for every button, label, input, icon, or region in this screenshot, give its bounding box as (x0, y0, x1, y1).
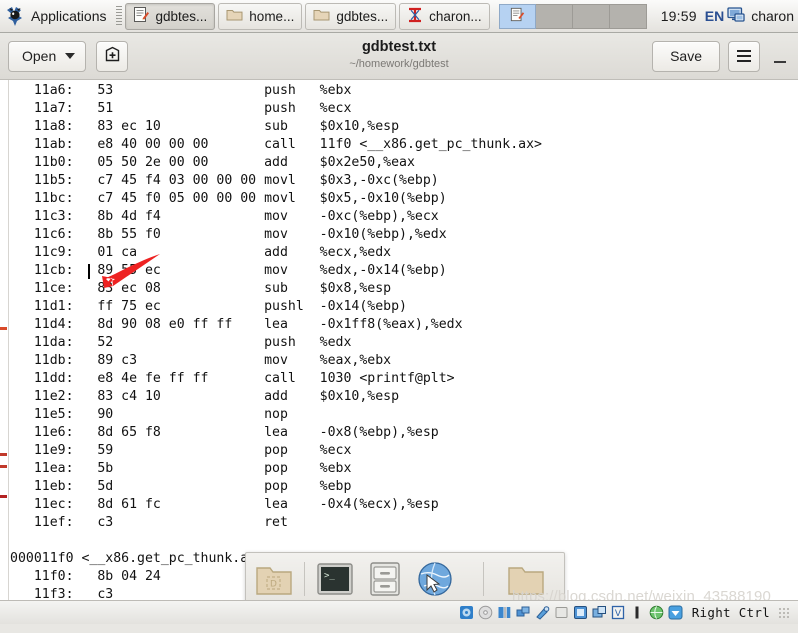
new-document-icon (104, 46, 121, 66)
save-button-label: Save (670, 48, 702, 64)
task-button-gdbtest-editor[interactable]: gdbtes... (124, 2, 216, 30)
text-editor-icon (510, 7, 525, 25)
keyboard-layout-indicator[interactable]: EN (705, 6, 751, 26)
harddisk-icon[interactable] (459, 605, 474, 620)
gutter-mark-3 (0, 495, 7, 498)
monitor-icon (727, 6, 746, 26)
save-button[interactable]: Save (652, 40, 720, 72)
file-cabinet-icon (370, 561, 400, 596)
task-button-charon-terminal[interactable]: charon... (399, 2, 490, 30)
minimize-icon (774, 61, 786, 63)
gutter-mark-2 (0, 465, 7, 468)
task-button-gdbtest-folder[interactable]: gdbtes... (305, 2, 397, 30)
display-icon[interactable] (573, 605, 588, 620)
task-button-home-folder[interactable]: home... (218, 2, 303, 30)
gutter-mark-1 (0, 453, 7, 456)
dock-item-terminal[interactable]: >_ (315, 559, 355, 599)
globe-icon[interactable] (649, 605, 664, 620)
new-document-button[interactable] (96, 40, 129, 72)
globe-browser-icon (418, 561, 452, 596)
svg-text:>_: >_ (324, 571, 335, 581)
open-button-label: Open (22, 48, 57, 64)
down-arrow-icon[interactable] (668, 605, 683, 620)
text-cursor (88, 264, 90, 279)
task-button-label: gdbtes... (336, 8, 389, 24)
folder-icon (508, 566, 544, 595)
svg-text:V: V (615, 609, 622, 619)
dock-item-files-folder[interactable] (506, 559, 546, 599)
open-button[interactable]: Open (8, 40, 87, 72)
xfce-mouse-icon (4, 5, 26, 27)
host-key-label: Right Ctrl (691, 605, 770, 620)
terminal-icon: >_ (317, 562, 353, 595)
search-mark-gutter[interactable] (0, 80, 9, 604)
folder-icon (226, 7, 243, 25)
panel-handle[interactable] (115, 6, 122, 26)
vm-icon[interactable]: V (611, 605, 626, 620)
workspace-pager[interactable] (498, 3, 647, 29)
text-editor-icon (133, 6, 150, 26)
applications-menu-label: Applications (31, 8, 107, 24)
gedit-window: Open gdbtest.txt ~/homework/gdbtest Save (0, 33, 798, 633)
dock-item-file-manager[interactable] (365, 559, 405, 599)
cursor-icon[interactable] (630, 605, 645, 620)
workspace-3[interactable] (572, 3, 610, 29)
resize-grip[interactable] (778, 606, 790, 619)
usb-icon[interactable] (535, 605, 550, 620)
gedit-header-bar: Open gdbtest.txt ~/homework/gdbtest Save (0, 33, 798, 80)
cd-icon[interactable] (478, 605, 493, 620)
hamburger-menu-icon (737, 49, 751, 63)
task-button-label: charon... (429, 8, 482, 24)
task-button-label: gdbtes... (155, 8, 208, 24)
user-name-label: charon (751, 8, 794, 24)
dock-separator (304, 561, 305, 596)
mouse-icon[interactable] (592, 605, 607, 620)
floppy-icon[interactable] (497, 605, 512, 620)
task-button-label: home... (249, 8, 295, 24)
minimize-button[interactable] (770, 42, 790, 70)
chevron-down-icon (65, 53, 76, 59)
folder-documents-icon: D (256, 566, 292, 595)
hamburger-menu-button[interactable] (728, 40, 760, 72)
svg-text:D: D (270, 579, 277, 589)
vm-status-bar: V Right Ctrl (0, 600, 798, 624)
dock-item-documents-folder[interactable]: D (254, 559, 294, 599)
keyboard-layout-label: EN (704, 8, 725, 24)
xterm-icon (407, 7, 423, 26)
dock-item-web-browser[interactable] (415, 559, 455, 599)
shared-folders-icon[interactable] (554, 605, 569, 620)
application-dock: D >_ (245, 552, 565, 605)
gutter-mark-0 (0, 327, 7, 330)
document-content[interactable]: 11a6: 53 push %ebx 11a7: 51 push %ecx 11… (10, 80, 798, 604)
dock-separator (483, 561, 484, 596)
applications-menu-button[interactable]: Applications (0, 1, 113, 32)
text-view[interactable]: 11a6: 53 push %ebx 11a7: 51 push %ecx 11… (0, 80, 798, 604)
folder-icon (313, 7, 330, 25)
workspace-1[interactable] (498, 3, 536, 29)
top-panel: Applications gdbtes... home... gdbtes...… (0, 0, 798, 33)
clock[interactable]: 19:59 (661, 8, 705, 24)
network-icon[interactable] (516, 605, 531, 620)
workspace-2[interactable] (535, 3, 573, 29)
workspace-4[interactable] (609, 3, 647, 29)
